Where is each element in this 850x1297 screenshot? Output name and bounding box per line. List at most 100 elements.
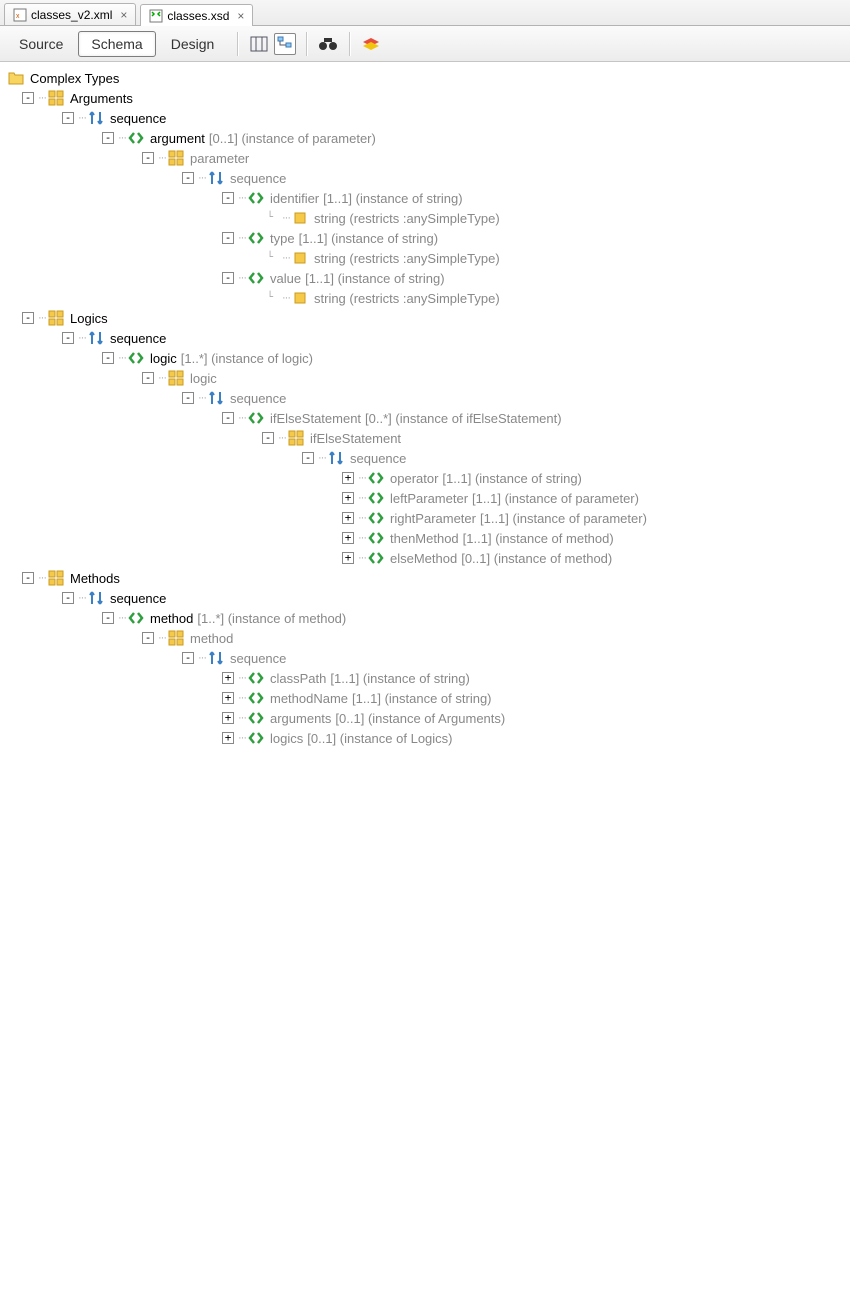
tree-node-label: identifier bbox=[270, 191, 319, 206]
mode-design-button[interactable]: Design bbox=[158, 31, 228, 57]
collapse-icon[interactable]: - bbox=[22, 312, 34, 324]
collapse-icon[interactable]: - bbox=[22, 572, 34, 584]
collapse-icon[interactable]: - bbox=[222, 192, 234, 204]
collapse-icon[interactable]: - bbox=[62, 112, 74, 124]
expand-icon[interactable]: + bbox=[222, 732, 234, 744]
tree-node[interactable]: -···value [1..1] (instance of string) bbox=[4, 268, 850, 288]
tree-node[interactable]: +···arguments [0..1] (instance of Argume… bbox=[4, 708, 850, 728]
element-icon bbox=[368, 550, 384, 566]
tree-connector-dots: ··· bbox=[358, 532, 366, 544]
collapse-icon[interactable]: - bbox=[102, 132, 114, 144]
close-icon[interactable]: × bbox=[237, 9, 244, 23]
tree-node[interactable]: -···sequence bbox=[4, 588, 850, 608]
tab-classes-xsd[interactable]: classes.xsd × bbox=[140, 4, 253, 26]
tree-node[interactable]: +···methodName [1..1] (instance of strin… bbox=[4, 688, 850, 708]
expand-icon[interactable]: + bbox=[222, 692, 234, 704]
tree-node[interactable]: -···Methods bbox=[4, 568, 850, 588]
collapse-icon[interactable]: - bbox=[222, 272, 234, 284]
collapse-icon[interactable]: - bbox=[102, 612, 114, 624]
tree-node[interactable]: -···identifier [1..1] (instance of strin… bbox=[4, 188, 850, 208]
tree-node[interactable]: +···classPath [1..1] (instance of string… bbox=[4, 668, 850, 688]
mode-schema-button[interactable]: Schema bbox=[78, 31, 155, 57]
complex-type-icon bbox=[168, 630, 184, 646]
mode-source-button[interactable]: Source bbox=[6, 31, 76, 57]
tree-node-details: [1..1] (instance of string) bbox=[305, 271, 444, 286]
tree-node[interactable]: +···rightParameter [1..1] (instance of p… bbox=[4, 508, 850, 528]
tree-node[interactable]: -···sequence bbox=[4, 388, 850, 408]
tree-node-label: Arguments bbox=[70, 91, 133, 106]
tree-node[interactable]: -···sequence bbox=[4, 648, 850, 668]
collapse-icon[interactable]: - bbox=[222, 412, 234, 424]
expand-icon[interactable]: + bbox=[342, 512, 354, 524]
tree-connector-dots: ··· bbox=[238, 672, 246, 684]
tree-node[interactable]: +···leftParameter [1..1] (instance of pa… bbox=[4, 488, 850, 508]
tree-node[interactable]: -···method [1..*] (instance of method) bbox=[4, 608, 850, 628]
tree-node[interactable]: -···ifElseStatement [0..*] (instance of … bbox=[4, 408, 850, 428]
close-icon[interactable]: × bbox=[120, 8, 127, 22]
tree-node[interactable]: -···argument [0..1] (instance of paramet… bbox=[4, 128, 850, 148]
expand-icon[interactable]: + bbox=[222, 712, 234, 724]
tree-connector-dots: ··· bbox=[78, 112, 86, 124]
tree-node[interactable]: -···method bbox=[4, 628, 850, 648]
collapse-icon[interactable]: - bbox=[22, 92, 34, 104]
tree-node[interactable]: -···ifElseStatement bbox=[4, 428, 850, 448]
sequence-icon bbox=[208, 650, 224, 666]
collapse-icon[interactable]: - bbox=[262, 432, 274, 444]
collapse-icon[interactable]: - bbox=[182, 392, 194, 404]
sequence-icon bbox=[208, 390, 224, 406]
tree-node[interactable]: -···Arguments bbox=[4, 88, 850, 108]
expand-icon[interactable]: + bbox=[342, 532, 354, 544]
tree-node[interactable]: -···Logics bbox=[4, 308, 850, 328]
binoculars-icon[interactable] bbox=[317, 33, 339, 55]
expand-icon[interactable]: + bbox=[342, 492, 354, 504]
tree-node-label: arguments bbox=[270, 711, 331, 726]
complex-type-icon bbox=[48, 310, 64, 326]
collapse-icon[interactable]: - bbox=[182, 652, 194, 664]
tree-view-icon[interactable] bbox=[274, 33, 296, 55]
tree-node[interactable]: +···elseMethod [0..1] (instance of metho… bbox=[4, 548, 850, 568]
collapse-icon[interactable]: - bbox=[62, 332, 74, 344]
collapse-icon[interactable]: - bbox=[182, 172, 194, 184]
complex-type-icon bbox=[288, 430, 304, 446]
tree-node[interactable]: └···string (restricts :anySimpleType) bbox=[4, 288, 850, 308]
expand-icon[interactable]: + bbox=[222, 672, 234, 684]
columns-view-icon[interactable] bbox=[248, 33, 270, 55]
collapse-icon[interactable]: - bbox=[102, 352, 114, 364]
collapse-icon[interactable]: - bbox=[302, 452, 314, 464]
tree-connector-dots: ··· bbox=[358, 492, 366, 504]
tree-node[interactable]: +···operator [1..1] (instance of string) bbox=[4, 468, 850, 488]
xml-file-icon: x bbox=[13, 8, 27, 22]
collapse-icon[interactable]: - bbox=[62, 592, 74, 604]
collapse-icon[interactable]: - bbox=[222, 232, 234, 244]
tree-node[interactable]: -···logic [1..*] (instance of logic) bbox=[4, 348, 850, 368]
expand-icon[interactable]: + bbox=[342, 552, 354, 564]
element-icon bbox=[368, 510, 384, 526]
tree-node[interactable]: -···sequence bbox=[4, 168, 850, 188]
tree-node[interactable]: └···string (restricts :anySimpleType) bbox=[4, 208, 850, 228]
tree-node[interactable]: +···logics [0..1] (instance of Logics) bbox=[4, 728, 850, 748]
tree-node[interactable]: +···thenMethod [1..1] (instance of metho… bbox=[4, 528, 850, 548]
tree-node[interactable]: -···parameter bbox=[4, 148, 850, 168]
tree-connector: └ bbox=[262, 292, 278, 304]
layers-icon[interactable] bbox=[360, 33, 382, 55]
tree-connector-dots: ··· bbox=[238, 232, 246, 244]
tree-node[interactable]: -···logic bbox=[4, 368, 850, 388]
tree-root-complex-types[interactable]: Complex Types bbox=[4, 68, 850, 88]
tree-node[interactable]: -···sequence bbox=[4, 328, 850, 348]
tree-node[interactable]: -···type [1..1] (instance of string) bbox=[4, 228, 850, 248]
tree-node-label: value bbox=[270, 271, 301, 286]
tree-node-details: [1..1] (instance of parameter) bbox=[472, 491, 639, 506]
tree-node[interactable]: -···sequence bbox=[4, 108, 850, 128]
tree-node-label: logic bbox=[150, 351, 177, 366]
tree-node[interactable]: └···string (restricts :anySimpleType) bbox=[4, 248, 850, 268]
tree-node[interactable]: -···sequence bbox=[4, 448, 850, 468]
element-icon bbox=[248, 230, 264, 246]
expand-icon[interactable]: + bbox=[342, 472, 354, 484]
collapse-icon[interactable]: - bbox=[142, 372, 154, 384]
tree-connector-dots: ··· bbox=[38, 572, 46, 584]
collapse-icon[interactable]: - bbox=[142, 632, 154, 644]
tree-node-label: logic bbox=[190, 371, 217, 386]
tab-classes-v2-xml[interactable]: x classes_v2.xml × bbox=[4, 3, 136, 25]
collapse-icon[interactable]: - bbox=[142, 152, 154, 164]
tree-node-details: [1..1] (instance of string) bbox=[352, 691, 491, 706]
